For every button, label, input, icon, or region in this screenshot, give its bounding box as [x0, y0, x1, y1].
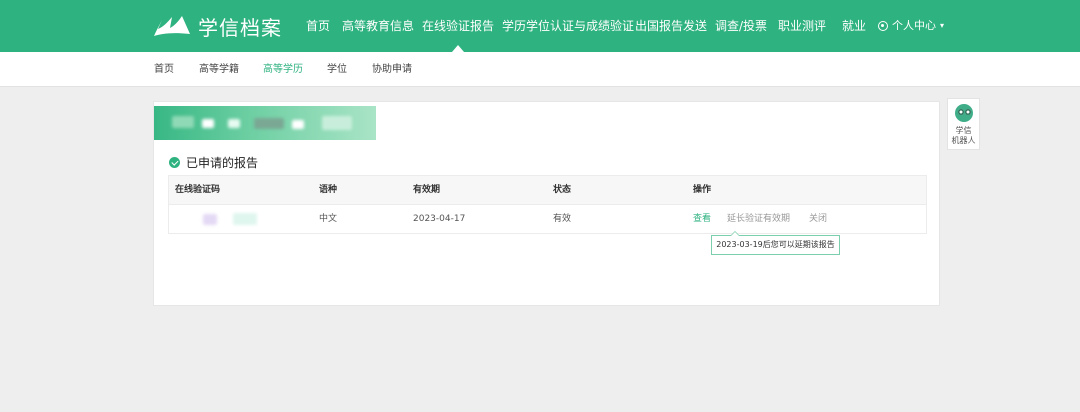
table-cell-language: 中文 — [319, 214, 338, 224]
user-icon — [878, 21, 888, 31]
nav-item-home[interactable]: 首页 — [306, 0, 330, 52]
nav-item-degree-certification[interactable]: 学历学位认证与成绩验证 — [502, 0, 634, 52]
section-title-text: 已申请的报告 — [186, 156, 259, 170]
nav-item-online-verification-report[interactable]: 在线验证报告 — [422, 0, 494, 52]
close-link[interactable]: 关闭 — [809, 205, 827, 233]
robot-owl-icon — [955, 104, 973, 122]
report-panel: 已申请的报告 在线验证码 语种 有效期 状态 操作 中文 2023-04-17 … — [153, 101, 940, 306]
chevron-down-icon: ▾ — [940, 21, 945, 30]
reports-table: 在线验证码 语种 有效期 状态 操作 中文 2023-04-17 有效 查看 延… — [168, 175, 927, 234]
column-header-status: 状态 — [553, 185, 572, 195]
logo-icon — [154, 16, 190, 36]
subnav-item-degree[interactable]: 学位 — [327, 52, 347, 87]
table-header — [169, 176, 926, 205]
extend-tooltip: 2023-03-19后您可以延期该报告 — [711, 231, 840, 255]
subnav-item-home[interactable]: 首页 — [154, 52, 174, 87]
view-link[interactable]: 查看 — [693, 205, 711, 233]
subnav-item-diploma[interactable]: 高等学历 — [263, 52, 303, 87]
brand-name: 学信档案 — [198, 15, 282, 40]
table-cell-expiry: 2023-04-17 — [413, 214, 466, 224]
subnav-item-enrollment[interactable]: 高等学籍 — [199, 52, 239, 87]
extend-validity-link[interactable]: 延长验证有效期 — [727, 205, 790, 233]
subnav-item-assist-apply[interactable]: 协助申请 — [372, 52, 412, 87]
column-header-code: 在线验证码 — [175, 185, 221, 195]
top-navbar: 学信档案 首页 高等教育信息 在线验证报告 学历学位认证与成绩验证 出国报告发送… — [0, 0, 1080, 52]
nav-item-higher-education-info[interactable]: 高等教育信息 — [342, 0, 414, 52]
column-header-language: 语种 — [319, 185, 338, 195]
section-title: 已申请的报告 — [169, 154, 258, 171]
column-header-actions: 操作 — [693, 185, 712, 195]
chatbot-widget[interactable]: 学信 机器人 — [947, 98, 980, 150]
logo[interactable]: 学信档案 — [152, 12, 282, 40]
nav-item-employment[interactable]: 就业 — [842, 0, 866, 52]
verification-code-redacted — [175, 205, 285, 233]
check-circle-icon — [169, 157, 180, 168]
table-cell-status: 有效 — [553, 214, 572, 224]
chatbot-label: 学信 机器人 — [951, 126, 976, 145]
column-header-expiry: 有效期 — [413, 185, 441, 195]
nav-item-survey-vote[interactable]: 调查/投票 — [715, 0, 767, 52]
user-center-menu[interactable]: 个人中心 ▾ — [878, 0, 944, 52]
user-info-banner-redacted — [154, 106, 376, 140]
sub-navbar: 首页 高等学籍 高等学历 学位 协助申请 — [0, 52, 1080, 87]
nav-item-overseas-report-sending[interactable]: 出国报告发送 — [635, 0, 707, 52]
nav-item-career-assessment[interactable]: 职业测评 — [778, 0, 826, 52]
user-center-label: 个人中心 — [892, 19, 936, 32]
